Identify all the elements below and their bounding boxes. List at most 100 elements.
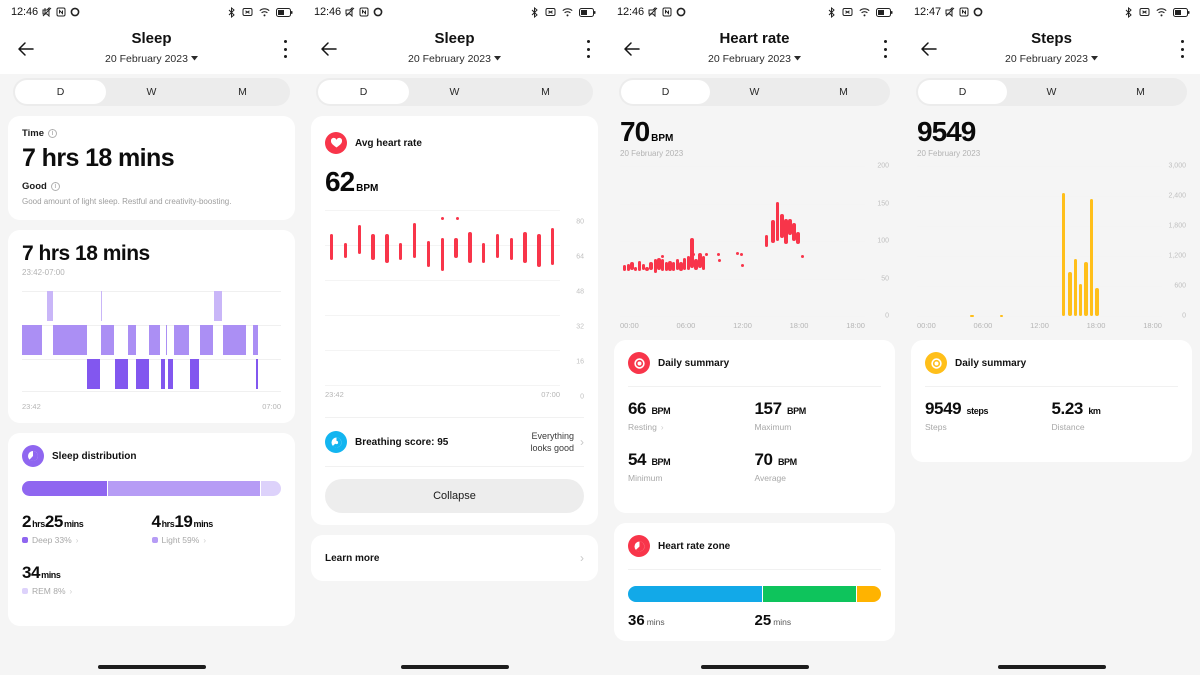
tab-week[interactable]: W	[409, 80, 500, 104]
avg-hr-unit: BPM	[356, 183, 379, 194]
summary-stat-label: Steps	[925, 422, 1052, 432]
sleep-stat[interactable]: 2hrs25mins Deep 33% ›	[22, 512, 152, 545]
steps-day-chart[interactable]: 0 600 1,200 1,800 2,400 3,000	[917, 163, 1186, 320]
tab-month[interactable]: M	[799, 80, 888, 104]
x-tick-label: 00:00	[917, 321, 936, 330]
divider	[325, 417, 584, 418]
home-indicator	[700, 665, 809, 669]
sleep-distribution-icon	[22, 445, 44, 467]
data-point	[692, 253, 695, 256]
candle-bar	[649, 262, 653, 271]
legend-dot	[22, 537, 28, 543]
gridline	[620, 278, 865, 280]
silent-icon	[345, 7, 355, 17]
tab-day[interactable]: D	[918, 80, 1007, 104]
hr-zone-card: Heart rate zone 36 mins 25 mins	[614, 523, 895, 641]
tab-week[interactable]: W	[1007, 80, 1096, 104]
date-label: 20 February 2023	[105, 52, 188, 65]
date-selector[interactable]: 20 February 2023	[1005, 48, 1098, 67]
more-options-button[interactable]	[586, 40, 590, 58]
data-point	[705, 253, 709, 256]
learn-more-card[interactable]: Learn more ›	[311, 535, 598, 581]
hypnogram-axis-start: 23:42	[22, 402, 41, 411]
content-scroll[interactable]: Avg heart rate 62 BPM 0 16 32 48 64 80 23:42 0…	[303, 116, 606, 581]
summary-stat: 54 BPM Minimum	[628, 450, 755, 483]
gridline	[620, 241, 865, 242]
hypnogram-segment	[199, 325, 213, 355]
summary-stat-label-text: Resting	[628, 422, 657, 432]
info-icon[interactable]: i	[50, 182, 60, 191]
data-point	[801, 254, 805, 258]
record-icon	[676, 7, 686, 17]
breathing-score-row[interactable]: Breathing score: 95 Everything looks goo…	[325, 430, 584, 454]
collapse-button[interactable]: Collapse	[325, 479, 584, 513]
sleep-distribution-bar	[22, 481, 281, 496]
back-button[interactable]	[14, 37, 38, 61]
tab-day[interactable]: D	[15, 80, 106, 104]
more-options-button[interactable]	[883, 40, 887, 58]
tab-month[interactable]: M	[1096, 80, 1185, 104]
status-bar-left: 12:46	[314, 6, 383, 18]
period-tabs: D W M	[619, 78, 890, 106]
candle-bar	[343, 242, 348, 259]
learn-more-row[interactable]: Learn more ›	[325, 551, 584, 565]
sleep-stat[interactable]: 4hrs19mins Light 59% ›	[151, 512, 282, 545]
hypnogram-segment	[128, 325, 136, 355]
back-button[interactable]	[917, 37, 941, 61]
steps-hero: 9549 20 February 2023 0 600 1,200 1,800 2,40…	[903, 106, 1200, 330]
sleep-stat-label: Deep 33% ›	[22, 535, 152, 545]
data-point	[739, 253, 743, 256]
more-options-button[interactable]	[1180, 40, 1184, 58]
candle-bar	[796, 232, 800, 244]
heart-rate-day-chart[interactable]: 0 50 100 150 200	[620, 163, 889, 320]
y-tick-label: 48	[576, 288, 584, 296]
tab-month[interactable]: M	[500, 80, 591, 104]
date-label: 20 February 2023	[708, 52, 791, 65]
info-icon[interactable]: i	[48, 129, 58, 138]
tab-day[interactable]: D	[318, 80, 409, 104]
legend-dot	[22, 588, 28, 594]
sleep-hr-chart[interactable]: 0 16 32 48 64 80	[325, 210, 584, 401]
content-scroll[interactable]: Time i 7 hrs 18 mins Good i Good amount of…	[0, 116, 303, 626]
data-point	[661, 254, 665, 258]
sleep-stat-label: REM 8% ›	[22, 586, 152, 596]
step-bar	[1084, 262, 1088, 316]
date-selector[interactable]: 20 February 2023	[105, 48, 198, 67]
sleep-stat-label-text: REM 8%	[32, 586, 66, 596]
steps-summary-title: Daily summary	[955, 357, 1027, 369]
candle-bar	[694, 259, 698, 270]
hr-day-x-axis: 00:00 06:00 12:00 18:00 18:00	[620, 321, 865, 330]
tab-month[interactable]: M	[197, 80, 288, 104]
candle-bar	[701, 256, 706, 270]
tab-week[interactable]: W	[710, 80, 799, 104]
back-button[interactable]	[317, 37, 341, 61]
gridline	[917, 196, 1162, 197]
hr-hero-value-row: 70 BPM	[620, 116, 889, 148]
hypnogram-axis: 23:42 07:00	[22, 402, 281, 411]
more-options-button[interactable]	[283, 40, 287, 58]
tab-day[interactable]: D	[621, 80, 710, 104]
home-indicator	[97, 665, 206, 669]
sleep-hr-axis-start: 23:42	[325, 390, 344, 399]
summary-stat: 9549 steps Steps	[925, 399, 1052, 432]
status-bar-right	[530, 6, 596, 18]
hr-hero-value: 70	[620, 116, 650, 147]
step-bar	[1089, 199, 1094, 316]
hypnogram-segment	[165, 325, 168, 355]
date-selector[interactable]: 20 February 2023	[408, 48, 501, 67]
page-title: Sleep	[131, 29, 172, 47]
gridline	[325, 385, 560, 386]
sleep-stat[interactable]: 34mins REM 8% ›	[22, 563, 152, 596]
gridline	[917, 166, 1162, 167]
sleep-hypnogram-chart[interactable]	[22, 287, 281, 397]
divider	[325, 466, 584, 467]
summary-stat[interactable]: 66 BPM Resting ›	[628, 399, 755, 432]
candle-bar	[440, 238, 444, 272]
hypnogram-segment	[167, 359, 173, 389]
hr-day-plot	[620, 166, 865, 317]
back-button[interactable]	[620, 37, 644, 61]
date-selector[interactable]: 20 February 2023	[708, 48, 801, 67]
tab-week[interactable]: W	[106, 80, 197, 104]
gridline	[325, 315, 560, 316]
hypnogram-segment	[173, 325, 190, 355]
